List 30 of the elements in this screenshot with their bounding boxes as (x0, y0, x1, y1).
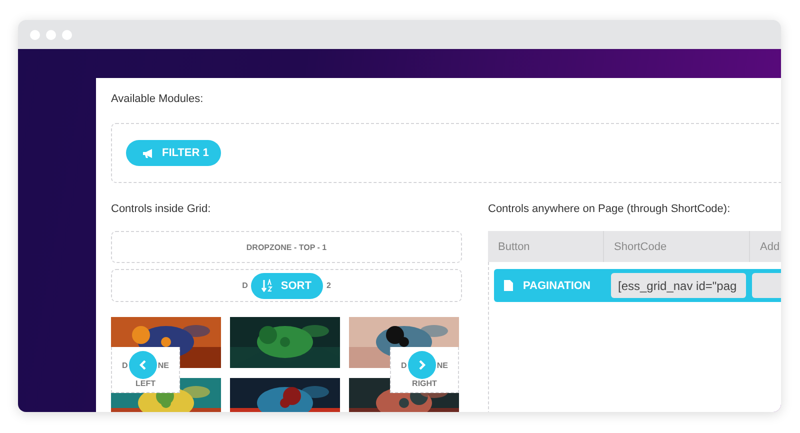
section-label: Controls inside Grid: (111, 202, 212, 216)
column-header: Button (488, 231, 604, 262)
dropzone-label: D (401, 360, 407, 370)
column-header: Add (750, 231, 781, 262)
next-button[interactable] (408, 351, 436, 379)
sort-button[interactable]: SORT (250, 272, 324, 298)
section-label: Available Modules: (111, 92, 204, 106)
document-icon (504, 280, 513, 291)
previous-button[interactable] (128, 351, 157, 379)
section-label: Controls anywhere on Page (through ShortCode): (488, 202, 732, 216)
dropzone-label: NE (436, 360, 448, 370)
dropzone-label: NE (158, 360, 169, 370)
window-dot-icon[interactable] (62, 30, 72, 40)
megaphone-icon (142, 148, 154, 158)
window-dot-icon[interactable] (30, 30, 40, 40)
input-field[interactable] (752, 273, 781, 298)
shortcode-field[interactable]: [ess_grid_nav id="pag (611, 273, 746, 298)
filter-button[interactable]: FILTER 1 (126, 140, 221, 166)
window-dot-icon[interactable] (46, 30, 56, 40)
dropzone-label: DROPZONE - TOP - 1 (246, 242, 327, 252)
chevron-right-icon (418, 360, 426, 370)
dropzone-label: 2 (326, 281, 331, 290)
chevron-left-icon (138, 360, 147, 370)
dropzone-label: LEFT (136, 379, 156, 388)
pagination-button[interactable]: PAGINATION (504, 280, 611, 292)
dropzone-label: RIGHT (412, 379, 437, 388)
dropzone-label: D (242, 281, 248, 290)
column-header: ShortCode (604, 231, 750, 262)
sort-icon (260, 279, 273, 292)
dropzone-label: D (122, 360, 128, 370)
